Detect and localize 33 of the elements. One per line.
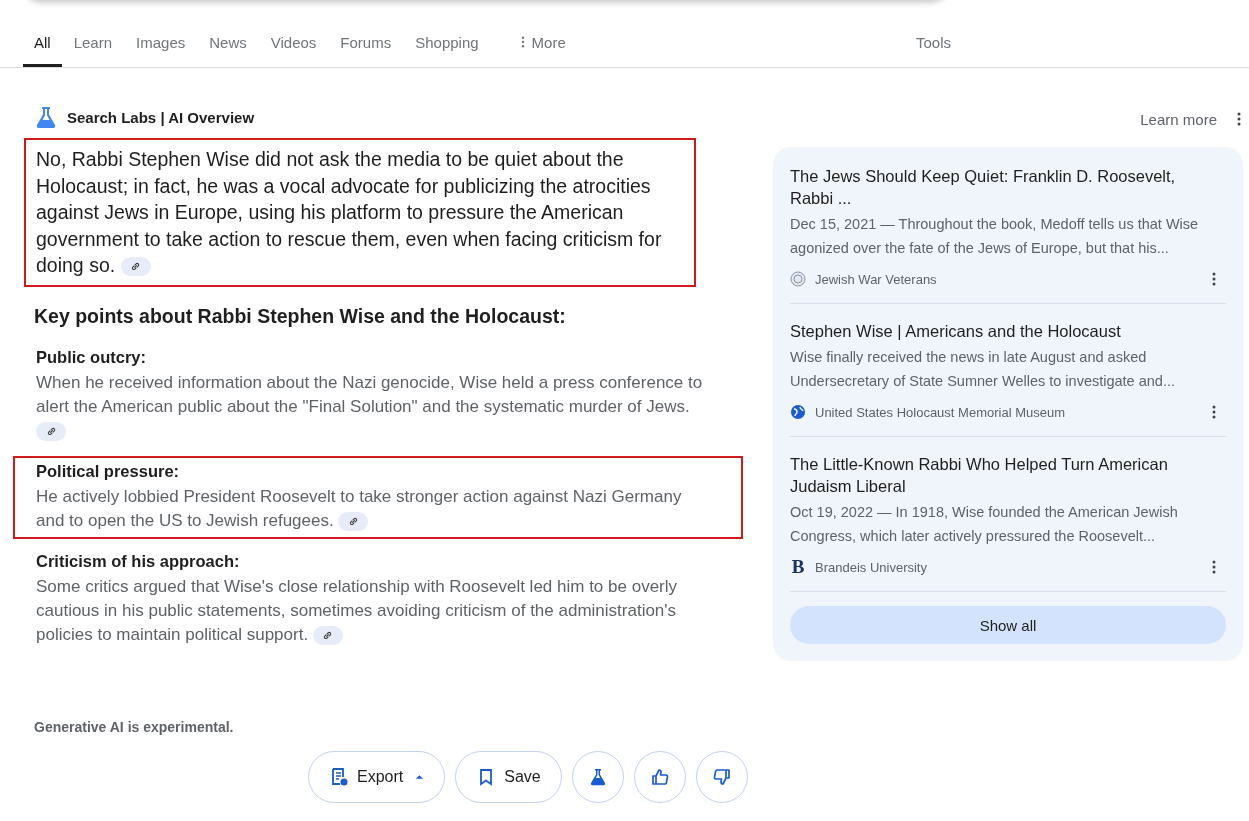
- source-snippet: Dec 15, 2021 — Throughout the book, Medoff tells us that Wise agonized over the fate of the Jews of Europe, but that his...: [790, 215, 1200, 258]
- search-tab[interactable]: Learn: [61, 20, 125, 67]
- search-tab[interactable]: News: [197, 20, 259, 67]
- point-title: Criticism of his approach:: [36, 551, 241, 571]
- learn-more-link[interactable]: Learn more: [1140, 110, 1217, 128]
- source-site-name: United States Holocaust Memorial Museum: [815, 404, 1066, 420]
- source-snippet: Oct 19, 2022 — In 1918, Wise founded the American Jewish Congress, which later actively pressured the Roosevelt...: [790, 503, 1179, 546]
- tools-tab[interactable]: Tools: [903, 20, 963, 67]
- show-all-button[interactable]: Show all: [790, 606, 1226, 644]
- search-tab[interactable]: Videos: [258, 20, 329, 67]
- search-tab[interactable]: Forums: [328, 20, 404, 67]
- save-button[interactable]: Save: [455, 750, 562, 803]
- search-tab[interactable]: Shopping: [403, 20, 491, 67]
- answer-paragraph: No, Rabbi Stephen Wise did not ask the media to be quiet about the Holocaust; in fact, he was a vocal advocate for publicizing the atrocities against Jews in Europe, using his platform to pressure the American government to take action to rescue them, even when facing criticism for doing so.: [36, 147, 663, 279]
- point-title: Public outcry:: [36, 347, 147, 367]
- point-title: Political pressure:: [36, 461, 181, 481]
- site-logo: B: [790, 556, 806, 578]
- source-site-name: Brandeis University: [815, 559, 928, 575]
- disclaimer-text: Generative AI is experimental.: [34, 718, 235, 735]
- source-snippet: Wise finally received the news in late August and asked Undersecretary of State Sumner Welles to investigate and...: [790, 348, 1176, 391]
- search-tab[interactable]: All: [23, 20, 62, 67]
- point-text: He actively lobbied President Roosevelt to take stronger action against Nazi Germany and to open the US to Jewish refugees.: [36, 485, 683, 533]
- search-tab[interactable]: Images: [124, 20, 198, 67]
- source-site-name: Jewish War Veterans: [815, 271, 938, 287]
- source-title-link[interactable]: The Jews Should Keep Quiet: Franklin D. Roosevelt, Rabbi ...: [790, 165, 1186, 209]
- overview-title: Search Labs | AI Overview: [67, 108, 255, 126]
- key-points-heading: Key points about Rabbi Stephen Wise and the Holocaust:: [34, 304, 567, 328]
- point-text: Some critics argued that Wise's close relationship with Roosevelt led him to be overly cautious in his public statements, sometimes avoiding criticism of the administration's policies to maintain political support.: [36, 575, 679, 647]
- search-tab[interactable]: More: [490, 20, 578, 67]
- point-text: When he received information about the Nazi genocide, Wise held a press conference to alert the American public about the "Final Solution" and the systematic murder of Jews.: [36, 370, 711, 443]
- source-title-link[interactable]: Stephen Wise | Americans and the Holocaust: [790, 320, 1186, 342]
- export-button[interactable]: Export: [308, 750, 446, 803]
- source-title-link[interactable]: The Little-Known Rabbi Who Helped Turn American Judaism Liberal: [790, 453, 1186, 497]
